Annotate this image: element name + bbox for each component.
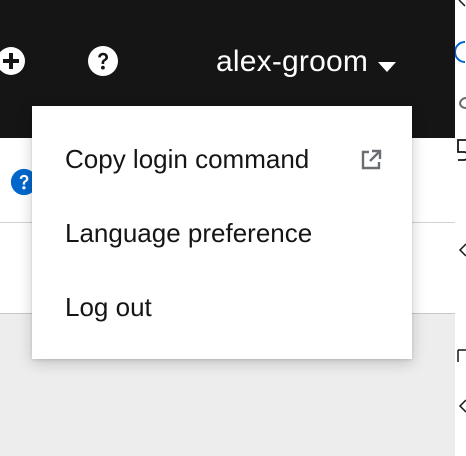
- menu-item-language-preference[interactable]: Language preference: [32, 196, 412, 270]
- user-menu-toggle[interactable]: alex-groom: [216, 40, 397, 84]
- username-label: alex-groom: [216, 45, 369, 78]
- menu-item-log-out[interactable]: Log out: [32, 270, 412, 344]
- caret-down-icon: [378, 47, 397, 81]
- user-dropdown-menu: Copy login command Language preference L…: [32, 106, 412, 359]
- partially-visible-panel: [455, 0, 466, 456]
- add-button[interactable]: [0, 44, 28, 78]
- menu-item-label: Log out: [65, 291, 152, 322]
- plus-circle-icon: [0, 47, 25, 75]
- menu-item-label: Copy login command: [65, 143, 310, 174]
- menu-item-label: Language preference: [65, 217, 313, 248]
- question-circle-icon: [88, 46, 118, 76]
- help-button[interactable]: [86, 44, 120, 78]
- menu-item-copy-login-command[interactable]: Copy login command: [32, 122, 412, 196]
- external-link-icon: [360, 147, 382, 170]
